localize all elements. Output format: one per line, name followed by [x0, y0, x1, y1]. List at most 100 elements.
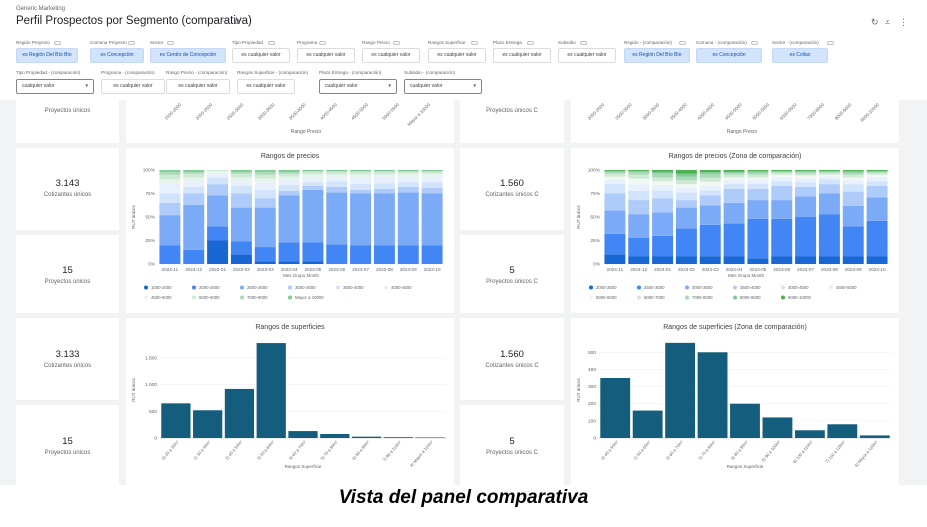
filter-chip[interactable]: es cualquier valor	[558, 48, 616, 63]
filter-chip[interactable]: es Región Del Bío Bío	[16, 48, 78, 63]
bar-segment	[842, 205, 864, 227]
bar-segment	[747, 200, 769, 219]
x-tick-label: 1) 30 a 40m²	[192, 439, 211, 461]
filter-chip[interactable]: es cualquier valor	[362, 48, 420, 63]
filter-chip[interactable]: es cualquier valor	[237, 79, 295, 94]
kpi-card-proyectos-c: Proyectos únicos C	[460, 100, 564, 143]
bar-segment	[723, 177, 745, 181]
toggle-icon[interactable]	[750, 41, 758, 45]
bar-segment	[254, 171, 276, 175]
dashboard-body: Proyectos únicos 3.143 Cotizantes únicos…	[0, 100, 927, 485]
bar-segment	[326, 192, 348, 245]
bar-segment	[183, 173, 205, 178]
bar-segment	[183, 171, 205, 174]
toggle-icon[interactable]	[128, 41, 136, 45]
bar-segment	[326, 186, 348, 193]
x-tick-label: 2023-08	[376, 267, 393, 272]
filter-dropdown[interactable]: cualquier valor ▾	[319, 79, 397, 94]
filter-chip[interactable]: es Concepción	[90, 48, 144, 63]
bar-segment	[254, 198, 276, 208]
x-tick-label: 2023-10	[424, 267, 441, 272]
toggle-icon[interactable]	[470, 41, 478, 45]
filter-chip[interactable]: es cualquier valor	[166, 79, 230, 94]
filter-chip[interactable]: es cualquier valor	[428, 48, 486, 63]
filter-label: Tipo Propiedad	[232, 40, 263, 45]
filter-chip[interactable]: es Collao	[772, 48, 828, 63]
y-tick-label: 0	[154, 436, 157, 442]
x-tick-label: 2023-02	[233, 267, 250, 272]
filter-value: cualquier valor	[325, 83, 358, 89]
y-axis-title: RUT únicos	[576, 205, 581, 229]
toggle-icon[interactable]	[318, 41, 326, 45]
bar-segment	[183, 204, 205, 250]
y-tick-label: 50%	[145, 215, 155, 221]
bar-segment	[771, 170, 793, 171]
toggle-icon[interactable]	[579, 41, 587, 45]
more-vert-icon[interactable]: ⋮	[899, 17, 908, 28]
bar-segment	[421, 171, 443, 174]
bar-segment	[699, 170, 721, 172]
bar-segment	[675, 180, 697, 185]
kpi-value: 3.143	[55, 178, 80, 189]
bar	[224, 388, 255, 438]
legend-label: 4500-5000	[151, 295, 172, 300]
filter-dropdown[interactable]: cualquier valor ▾	[16, 79, 94, 94]
filter-chip[interactable]: es cualquier valor	[232, 48, 290, 63]
bar-segment	[397, 170, 419, 171]
legend-label: Mayor a 10000	[295, 295, 324, 300]
filter-chip[interactable]: es cualquier valor	[297, 48, 355, 63]
bar-segment	[628, 170, 650, 171]
legend-marker	[192, 295, 196, 300]
bar-segment	[207, 184, 229, 196]
filter-chip[interactable]: es cualquier valor	[101, 79, 165, 94]
bar-segment	[675, 170, 697, 174]
toggle-icon[interactable]	[393, 41, 401, 45]
filter-chip[interactable]: es Región Del Bío Bío	[624, 48, 690, 63]
x-tick-label: 2023-03	[257, 267, 274, 272]
bar-segment	[842, 226, 864, 257]
refresh-icon[interactable]: ↻	[871, 17, 879, 28]
bar-segment	[628, 170, 650, 172]
toggle-icon[interactable]	[678, 41, 686, 45]
figure-caption: Vista del panel comparativa	[338, 487, 589, 508]
filter-label: Plazo Entrega	[493, 40, 522, 45]
toggle-icon[interactable]	[54, 41, 62, 45]
filter-chip[interactable]: es Concepción	[696, 48, 762, 63]
toggle-icon[interactable]	[267, 41, 275, 45]
legend-label: 5000-6000	[199, 295, 220, 300]
legend-label: 9000-10000	[788, 295, 812, 300]
bar-segment	[230, 207, 252, 242]
y-axis-title: RUT únicos	[131, 205, 136, 229]
bar-segment	[278, 170, 300, 172]
filter-dropdown[interactable]: cualquier valor ▾	[404, 79, 482, 94]
copy-icon[interactable]: ⧉	[234, 17, 240, 27]
bar-segment	[723, 171, 745, 173]
bar-segment	[747, 218, 769, 259]
bar	[762, 417, 793, 438]
bar-segment	[818, 256, 840, 264]
bar	[415, 437, 445, 438]
x-tick-label: 4) 80 a 90m²	[730, 439, 749, 461]
bar-segment	[795, 170, 817, 171]
filter-chip[interactable]: es cualquier valor	[493, 48, 551, 63]
bar-segment	[278, 173, 300, 177]
toggle-icon[interactable]	[826, 41, 834, 45]
filter-icon[interactable]: ⩡	[885, 17, 890, 28]
bar-segment	[723, 256, 745, 264]
bar-segment	[771, 218, 793, 257]
toggle-icon[interactable]	[526, 41, 534, 45]
legend-marker	[685, 295, 689, 300]
kpi-label: Cotizantes únicos C	[485, 363, 539, 369]
bar-segment	[818, 172, 840, 175]
filter-label: Plazo Entrega - (comparación)	[319, 70, 382, 75]
bar	[288, 431, 318, 438]
bar-segment	[699, 185, 721, 191]
y-tick-label: 1.000	[145, 382, 157, 388]
bar	[161, 403, 191, 438]
bar-segment	[771, 200, 793, 219]
filter-chip[interactable]: es Centro de Concepción	[150, 48, 226, 63]
heart-icon[interactable]: ♡	[222, 17, 229, 26]
bar-segment	[818, 179, 840, 185]
toggle-icon[interactable]	[167, 41, 175, 45]
kpi-card-proyectos-c: 5 Proyectos únicos C	[460, 235, 564, 313]
